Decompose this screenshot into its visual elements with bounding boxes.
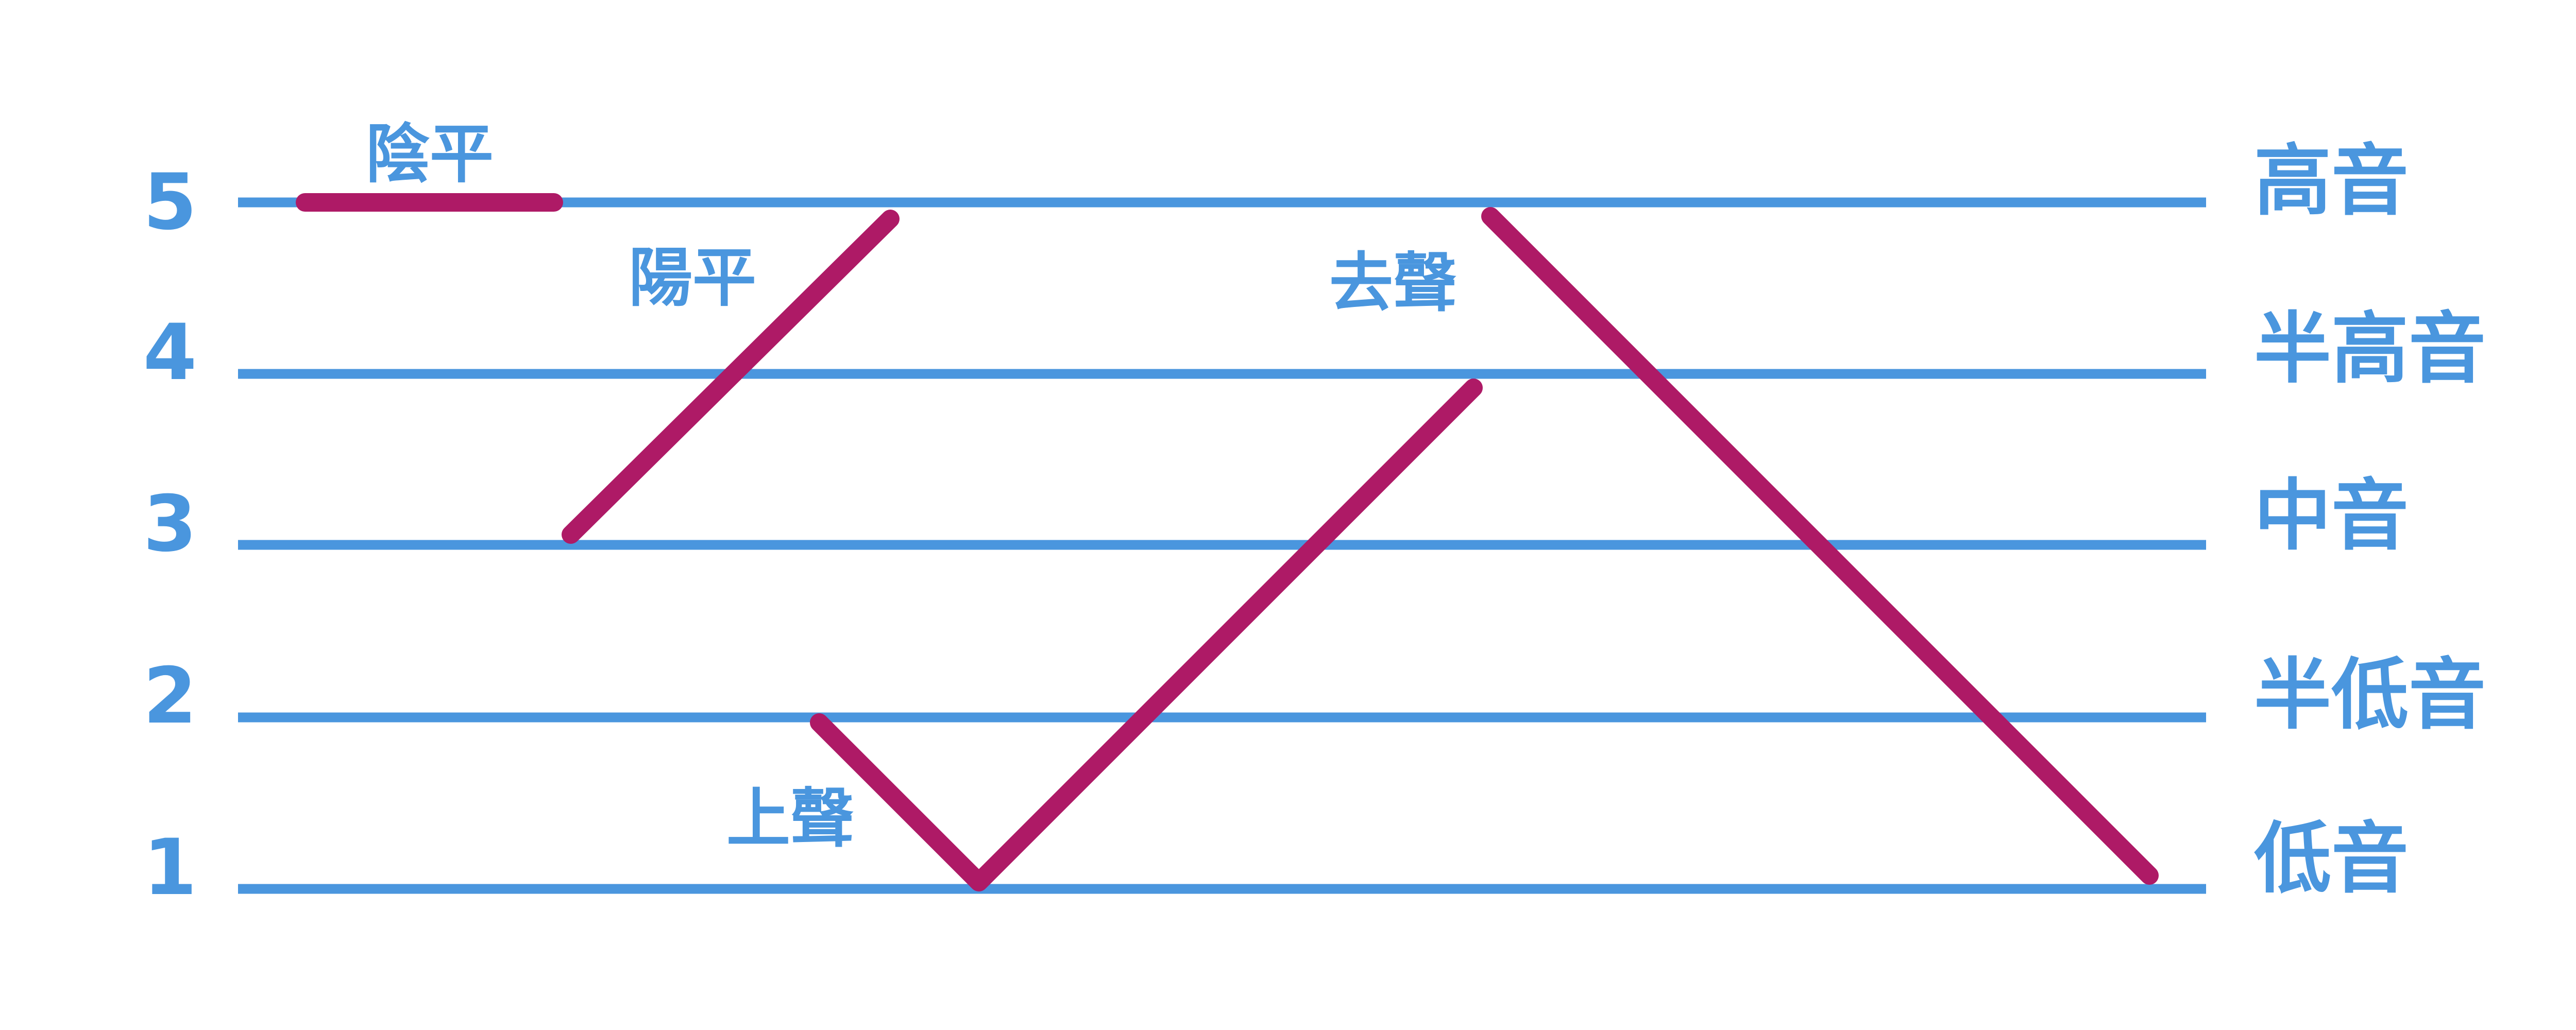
tone-contour-shangsheng: [810, 379, 1483, 891]
tone-label-qusheng: 去聲: [1329, 246, 1457, 320]
tone-diagram: 5 高音 4 半高音 3 中音 2 半低音 1 低音 陰平 陽平 上聲 去聲: [143, 117, 2486, 913]
level-number-5: 5: [143, 158, 197, 247]
level-name-2: 半低音: [2254, 650, 2486, 740]
level-number-4: 4: [143, 308, 197, 398]
level-number-2: 2: [143, 651, 197, 741]
tone-label-shangsheng: 上聲: [726, 782, 854, 856]
level-name-1: 低音: [2254, 814, 2409, 904]
tone-label-yinping: 陰平: [366, 117, 494, 192]
level-name-4: 半高音: [2254, 304, 2486, 394]
level-number-1: 1: [143, 823, 197, 913]
level-name-3: 中音: [2254, 471, 2409, 561]
level-number-3: 3: [143, 479, 197, 569]
level-name-5: 高音: [2254, 136, 2409, 226]
tone-label-yangping: 陽平: [629, 241, 756, 315]
